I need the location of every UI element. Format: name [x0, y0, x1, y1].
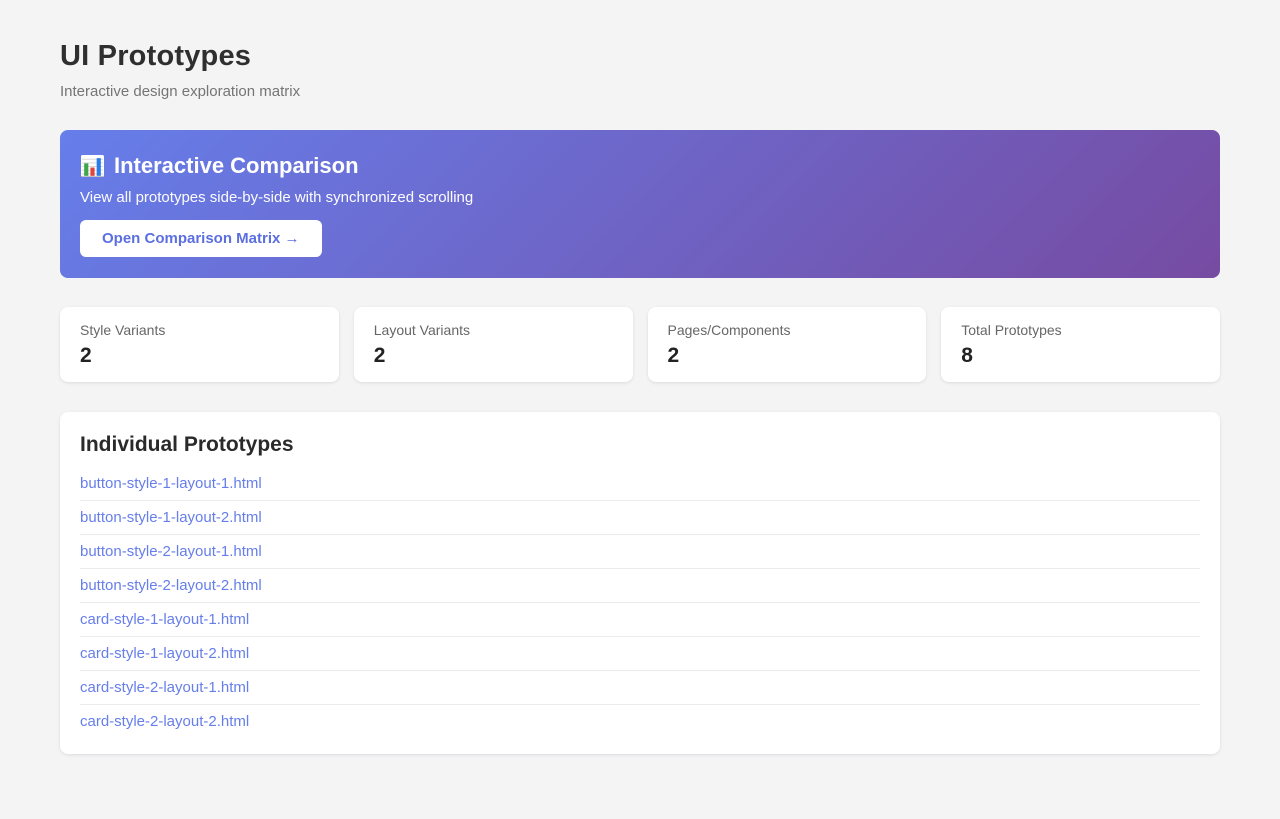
- page-title: UI Prototypes: [60, 40, 1220, 73]
- stat-value: 2: [668, 344, 907, 368]
- prototype-link[interactable]: button-style-1-layout-1.html: [80, 467, 1200, 500]
- prototypes-card: Individual Prototypes button-style-1-lay…: [60, 412, 1220, 754]
- prototype-link[interactable]: card-style-2-layout-1.html: [80, 671, 1200, 704]
- prototype-list-item: card-style-2-layout-1.html: [80, 671, 1200, 705]
- prototype-list-item: card-style-1-layout-2.html: [80, 637, 1200, 671]
- prototype-link[interactable]: card-style-1-layout-1.html: [80, 603, 1200, 636]
- prototype-list-item: button-style-1-layout-2.html: [80, 501, 1200, 535]
- prototype-list-item: button-style-2-layout-1.html: [80, 535, 1200, 569]
- stat-label: Layout Variants: [374, 322, 613, 338]
- stat-label: Style Variants: [80, 322, 319, 338]
- prototype-link[interactable]: button-style-2-layout-2.html: [80, 569, 1200, 602]
- stat-value: 2: [374, 344, 613, 368]
- stat-card-total-prototypes: Total Prototypes 8: [941, 307, 1220, 382]
- banner-title-text: Interactive Comparison: [114, 153, 359, 179]
- prototype-link[interactable]: button-style-1-layout-2.html: [80, 501, 1200, 534]
- stat-value: 2: [80, 344, 319, 368]
- prototype-link[interactable]: button-style-2-layout-1.html: [80, 535, 1200, 568]
- comparison-banner: Interactive Comparison View all prototyp…: [60, 130, 1220, 278]
- prototype-list-item: card-style-1-layout-1.html: [80, 603, 1200, 637]
- stat-card-layout-variants: Layout Variants 2: [354, 307, 633, 382]
- stats-row: Style Variants 2 Layout Variants 2 Pages…: [60, 307, 1220, 382]
- bar-chart-icon: [80, 154, 105, 179]
- prototype-list-item: button-style-2-layout-2.html: [80, 569, 1200, 603]
- stat-value: 8: [961, 344, 1200, 368]
- page-subtitle: Interactive design exploration matrix: [60, 83, 1220, 100]
- banner-description: View all prototypes side-by-side with sy…: [80, 189, 1200, 206]
- banner-title: Interactive Comparison: [80, 153, 1200, 179]
- prototype-list-item: card-style-2-layout-2.html: [80, 705, 1200, 738]
- prototype-link[interactable]: card-style-2-layout-2.html: [80, 705, 1200, 738]
- prototype-link[interactable]: card-style-1-layout-2.html: [80, 637, 1200, 670]
- stat-card-style-variants: Style Variants 2: [60, 307, 339, 382]
- prototype-list: button-style-1-layout-1.html button-styl…: [80, 467, 1200, 738]
- stat-label: Pages/Components: [668, 322, 907, 338]
- open-comparison-button[interactable]: Open Comparison Matrix →: [80, 220, 322, 257]
- stat-label: Total Prototypes: [961, 322, 1200, 338]
- prototype-list-item: button-style-1-layout-1.html: [80, 467, 1200, 501]
- prototypes-heading: Individual Prototypes: [80, 433, 1200, 457]
- page-container: UI Prototypes Interactive design explora…: [60, 0, 1220, 754]
- stat-card-pages-components: Pages/Components 2: [648, 307, 927, 382]
